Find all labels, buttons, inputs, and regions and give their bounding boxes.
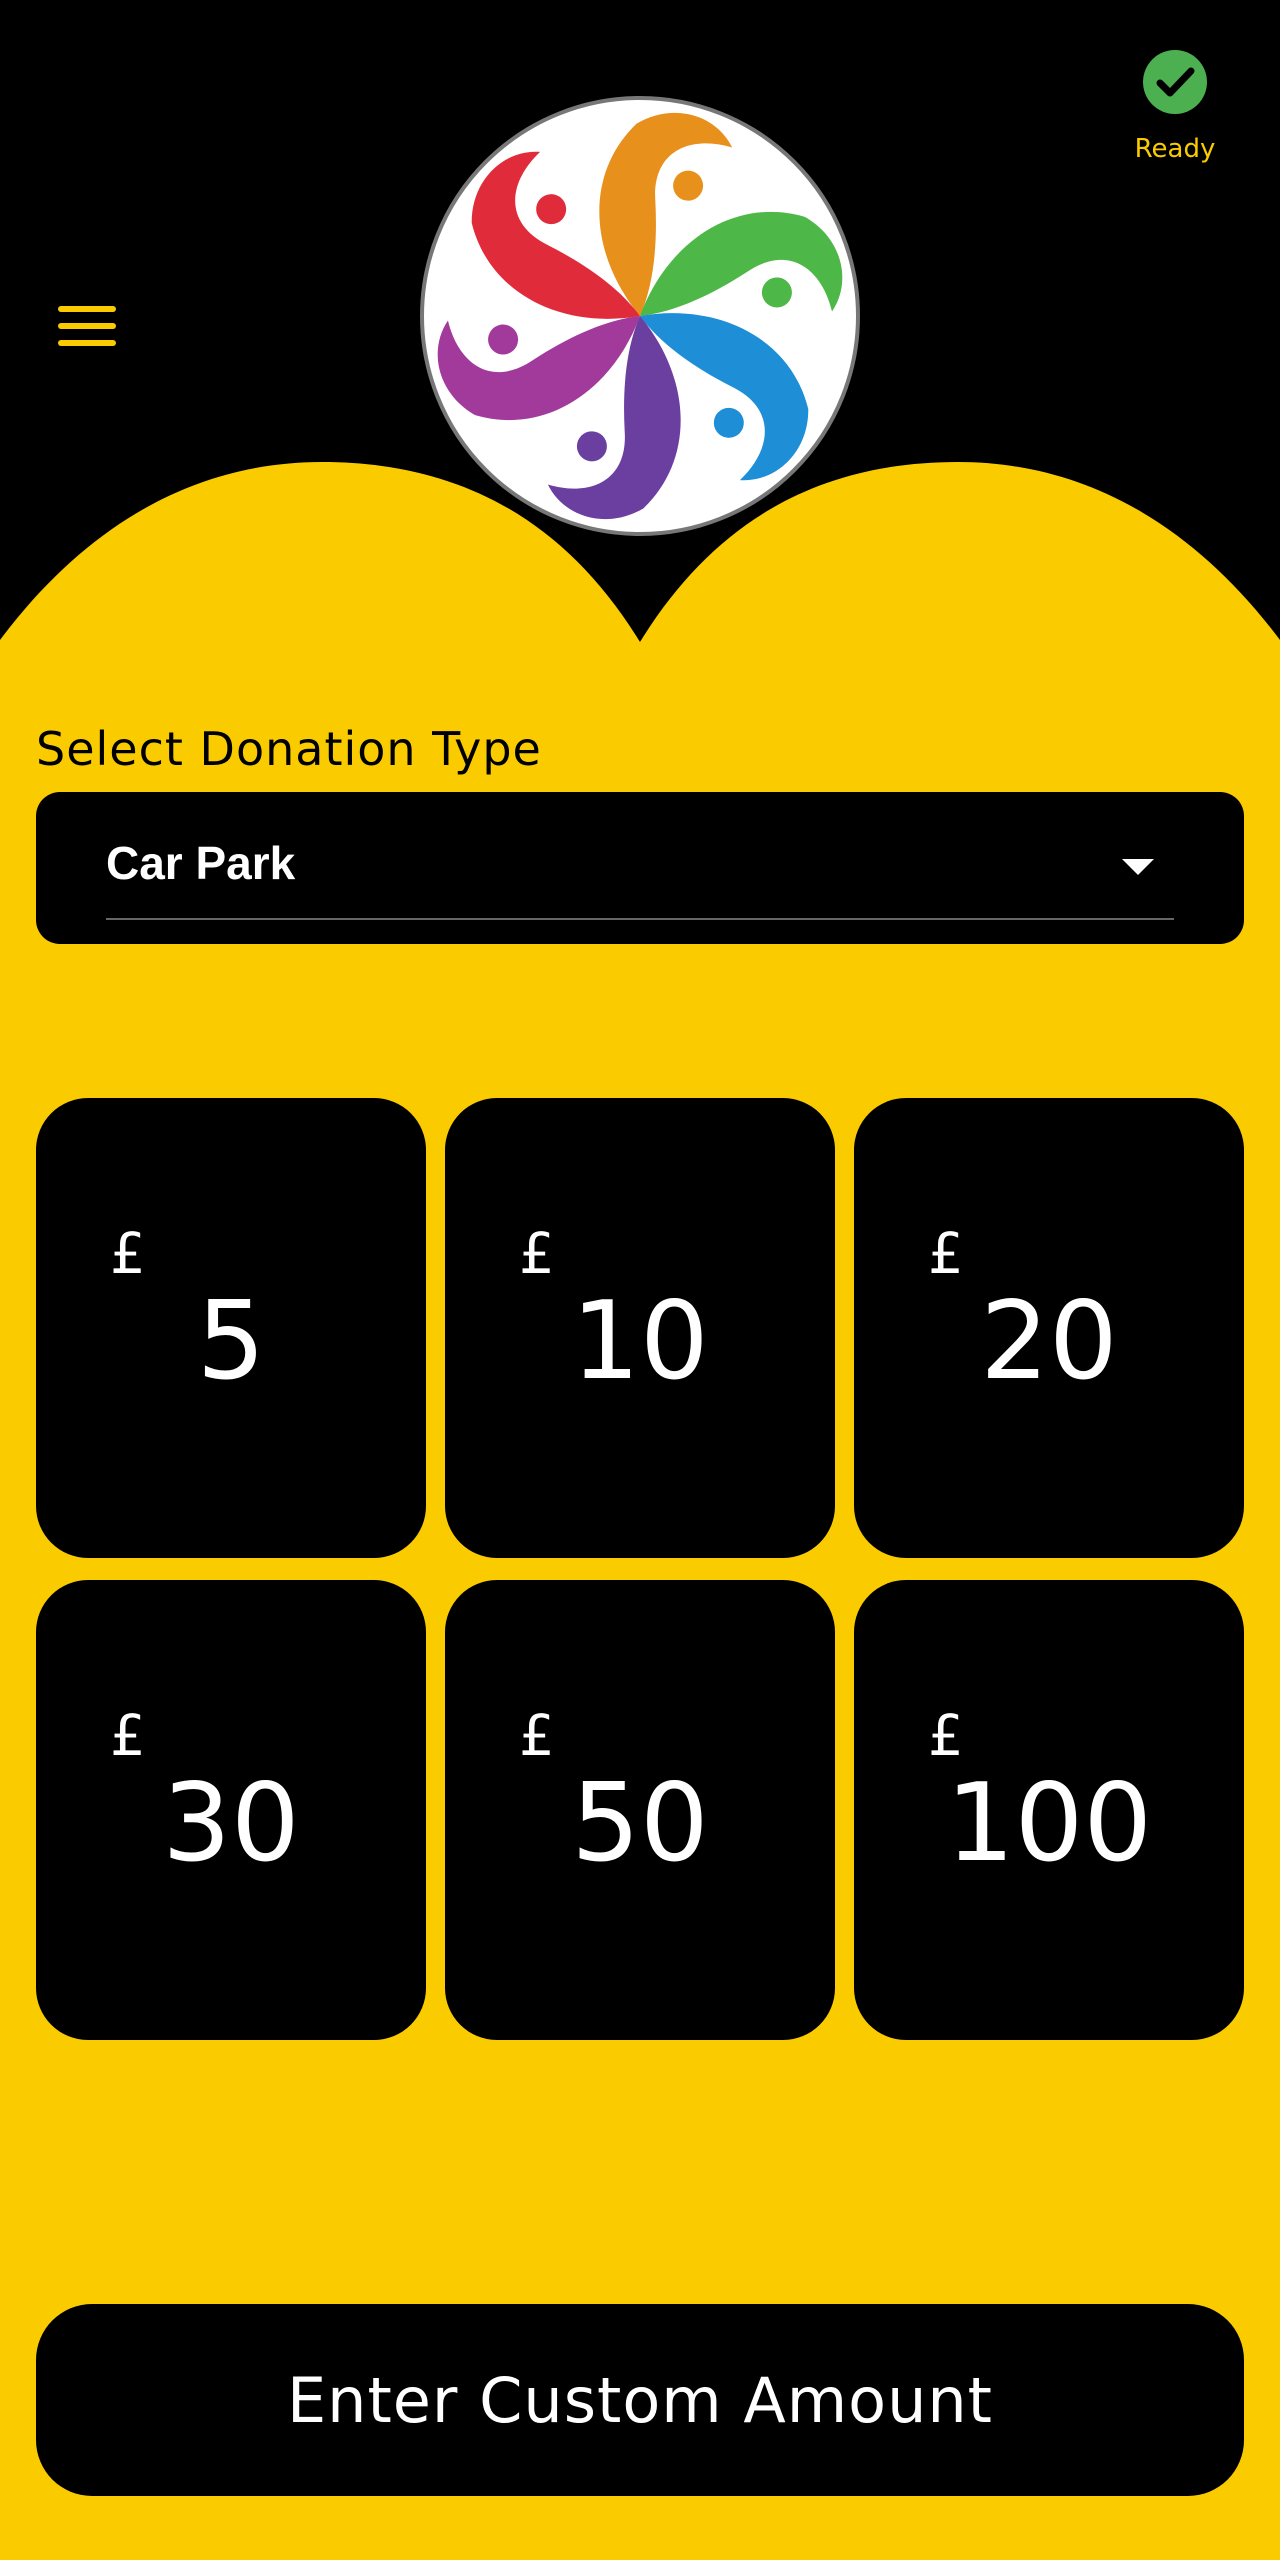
menu-button[interactable] bbox=[52, 298, 122, 354]
amount-button-5[interactable]: £ 5 bbox=[36, 1098, 426, 1558]
amount-value: 10 bbox=[571, 1279, 709, 1404]
status-indicator: Ready bbox=[1110, 48, 1240, 164]
custom-amount-button[interactable]: Enter Custom Amount bbox=[36, 2304, 1244, 2496]
check-circle-icon bbox=[1143, 50, 1207, 114]
currency-symbol: £ bbox=[110, 1222, 146, 1287]
currency-symbol: £ bbox=[519, 1704, 555, 1769]
amount-value: 20 bbox=[980, 1279, 1118, 1404]
rainbow-people-circle-logo bbox=[420, 96, 860, 536]
donation-type-value: Car Park bbox=[106, 837, 296, 889]
currency-symbol: £ bbox=[928, 1704, 964, 1769]
select-underline bbox=[106, 918, 1174, 920]
currency-symbol: £ bbox=[110, 1704, 146, 1769]
amount-value: 30 bbox=[162, 1761, 300, 1886]
amount-button-50[interactable]: £ 50 bbox=[445, 1580, 835, 2040]
amount-button-30[interactable]: £ 30 bbox=[36, 1580, 426, 2040]
donation-type-label: Select Donation Type bbox=[36, 722, 542, 776]
amount-button-20[interactable]: £ 20 bbox=[854, 1098, 1244, 1558]
currency-symbol: £ bbox=[519, 1222, 555, 1287]
amount-button-100[interactable]: £ 100 bbox=[854, 1580, 1244, 2040]
hamburger-menu-icon bbox=[58, 306, 116, 346]
amount-button-10[interactable]: £ 10 bbox=[445, 1098, 835, 1558]
status-text: Ready bbox=[1134, 134, 1216, 164]
amount-value: 50 bbox=[571, 1761, 709, 1886]
donation-type-select[interactable]: Car Park bbox=[36, 792, 1244, 944]
currency-symbol: £ bbox=[928, 1222, 964, 1287]
amount-value: 5 bbox=[196, 1279, 266, 1404]
amount-value: 100 bbox=[945, 1761, 1153, 1886]
dropdown-arrow-icon bbox=[1122, 859, 1154, 875]
